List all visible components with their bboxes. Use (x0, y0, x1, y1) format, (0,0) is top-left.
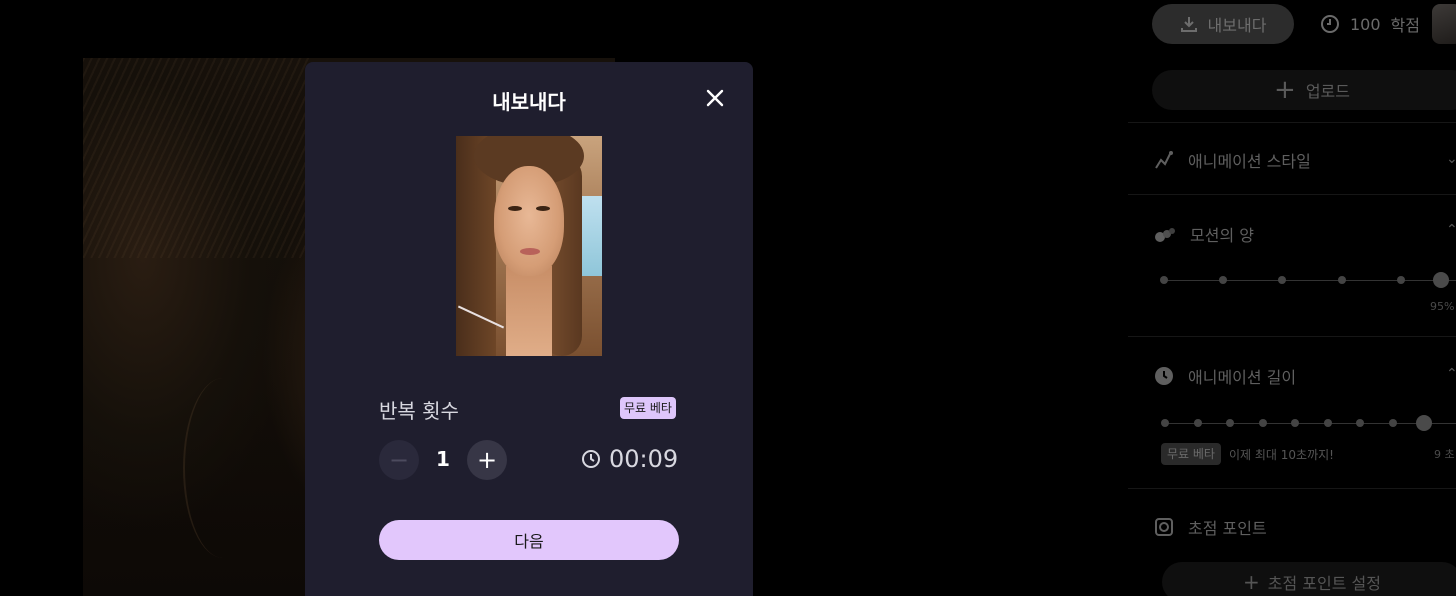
modal-title: 내보내다 (492, 90, 566, 114)
slider-tick (1324, 419, 1332, 427)
settings-panel: 내보내다 100 학점 + 업로드 애니메이션 스타일 ⌄ 모션의 양 ⌃ 95… (1128, 0, 1456, 596)
slider-tick (1194, 419, 1202, 427)
length-slider-track[interactable] (1164, 423, 1456, 424)
slider-tick (1161, 419, 1169, 427)
minus-icon: − (388, 446, 410, 474)
slider-tick (1389, 419, 1397, 427)
preview-eye (536, 206, 550, 211)
export-button[interactable]: 내보내다 (1152, 4, 1294, 44)
preview-face (494, 166, 564, 276)
credits-clock-icon (1321, 15, 1339, 33)
divider (1128, 488, 1456, 489)
credits-unit: 학점 (1390, 16, 1420, 35)
beta-badge: 무료 베타 (620, 397, 676, 419)
motion-slider-track[interactable] (1164, 280, 1456, 281)
motion-slider-handle[interactable] (1433, 272, 1449, 288)
download-icon (1180, 17, 1197, 32)
divider (1128, 194, 1456, 195)
animation-style-label: 애니메이션 스타일 (1188, 152, 1311, 171)
slider-tick (1397, 276, 1405, 284)
chevron-up-icon[interactable]: ⌃ (1446, 366, 1456, 382)
repeat-count-label: 반복 횟수 (379, 399, 459, 423)
slider-tick (1291, 419, 1299, 427)
upload-button-label: 업로드 (1305, 82, 1350, 101)
plus-icon: + (476, 446, 498, 474)
section-motion-amount[interactable]: 모션의 양 (1154, 222, 1254, 246)
animation-length-label: 애니메이션 길이 (1188, 368, 1297, 387)
motion-value: 95% (1430, 300, 1455, 313)
chevron-up-icon[interactable]: ⌃ (1446, 222, 1456, 238)
motion-icon (1155, 228, 1175, 242)
set-focus-point-label: 초점 포인트 설정 (1267, 574, 1381, 593)
plus-icon: + (1274, 75, 1296, 105)
clock-icon (1155, 367, 1173, 385)
beta-badge: 무료 베타 (1161, 443, 1221, 465)
preview-neck (506, 266, 552, 356)
focus-point-label: 초점 포인트 (1188, 519, 1267, 538)
section-focus-point[interactable]: 초점 포인트 (1154, 515, 1267, 539)
repeat-count-value: 1 (436, 447, 450, 471)
export-modal: 내보내다 반복 횟수 무료 베타 − 1 + 00:09 다음 (305, 62, 753, 596)
divider (1128, 336, 1456, 337)
divider (1128, 122, 1456, 123)
preview-eye (508, 206, 522, 211)
increment-button[interactable]: + (467, 440, 507, 480)
set-focus-point-button[interactable]: + 초점 포인트 설정 (1162, 562, 1456, 596)
close-icon (706, 89, 724, 107)
length-value: 9 초 (1434, 448, 1455, 461)
next-button[interactable]: 다음 (379, 520, 679, 560)
duration-display: 00:09 (581, 445, 678, 473)
slider-tick (1226, 419, 1234, 427)
section-animation-length[interactable]: 애니메이션 길이 (1154, 364, 1296, 388)
slider-tick (1356, 419, 1364, 427)
preview-lips (520, 248, 540, 255)
face-outline (183, 378, 263, 558)
beta-note: 이제 최대 10초까지! (1229, 448, 1334, 462)
credits-display: 100 학점 (1320, 12, 1420, 36)
slider-tick (1219, 276, 1227, 284)
slider-tick (1160, 276, 1168, 284)
focus-icon (1155, 518, 1173, 536)
next-button-label: 다음 (514, 532, 544, 551)
crosshair-icon: + (1243, 570, 1260, 594)
length-slider-handle[interactable] (1416, 415, 1432, 431)
animation-style-icon (1155, 151, 1173, 169)
upload-button[interactable]: + 업로드 (1152, 70, 1456, 110)
slider-tick (1338, 276, 1346, 284)
slider-tick (1278, 276, 1286, 284)
section-animation-style[interactable]: 애니메이션 스타일 (1154, 148, 1311, 172)
chevron-down-icon[interactable]: ⌄ (1446, 151, 1456, 167)
clock-icon (582, 450, 600, 468)
duration-value: 00:09 (609, 445, 679, 473)
close-button[interactable] (703, 86, 727, 110)
export-button-label: 내보내다 (1207, 16, 1267, 35)
motion-amount-label: 모션의 양 (1190, 226, 1254, 245)
video-preview-thumbnail (456, 136, 602, 356)
credits-value: 100 (1350, 14, 1381, 34)
slider-tick (1259, 419, 1267, 427)
decrement-button[interactable]: − (379, 440, 419, 480)
avatar[interactable] (1432, 4, 1456, 44)
